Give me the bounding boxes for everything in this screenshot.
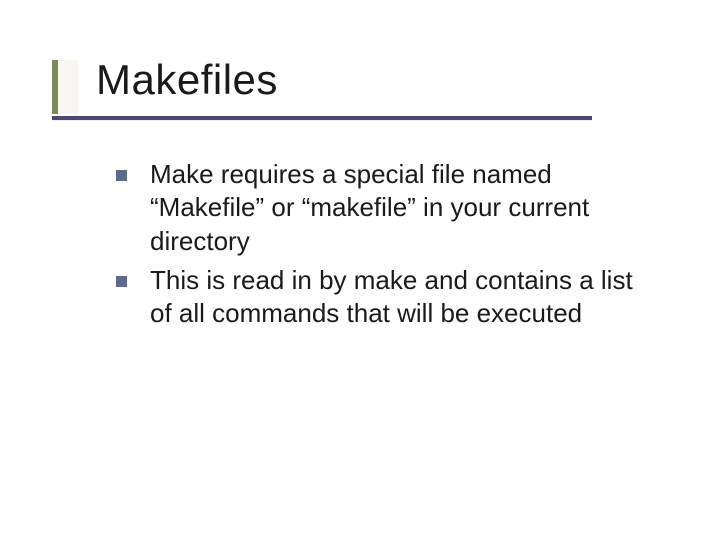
title-underline	[52, 116, 592, 120]
slide: Makefiles Make requires a special file n…	[0, 0, 720, 540]
list-item: This is read in by make and contains a l…	[116, 264, 646, 331]
bullet-text: This is read in by make and contains a l…	[150, 265, 633, 328]
slide-body: Make requires a special file named “Make…	[116, 158, 646, 336]
title-accent-fill	[58, 60, 78, 114]
bullet-text: Make requires a special file named “Make…	[150, 159, 589, 256]
square-bullet-icon	[116, 276, 127, 287]
slide-title: Makefiles	[96, 56, 278, 104]
square-bullet-icon	[116, 170, 127, 181]
list-item: Make requires a special file named “Make…	[116, 158, 646, 258]
